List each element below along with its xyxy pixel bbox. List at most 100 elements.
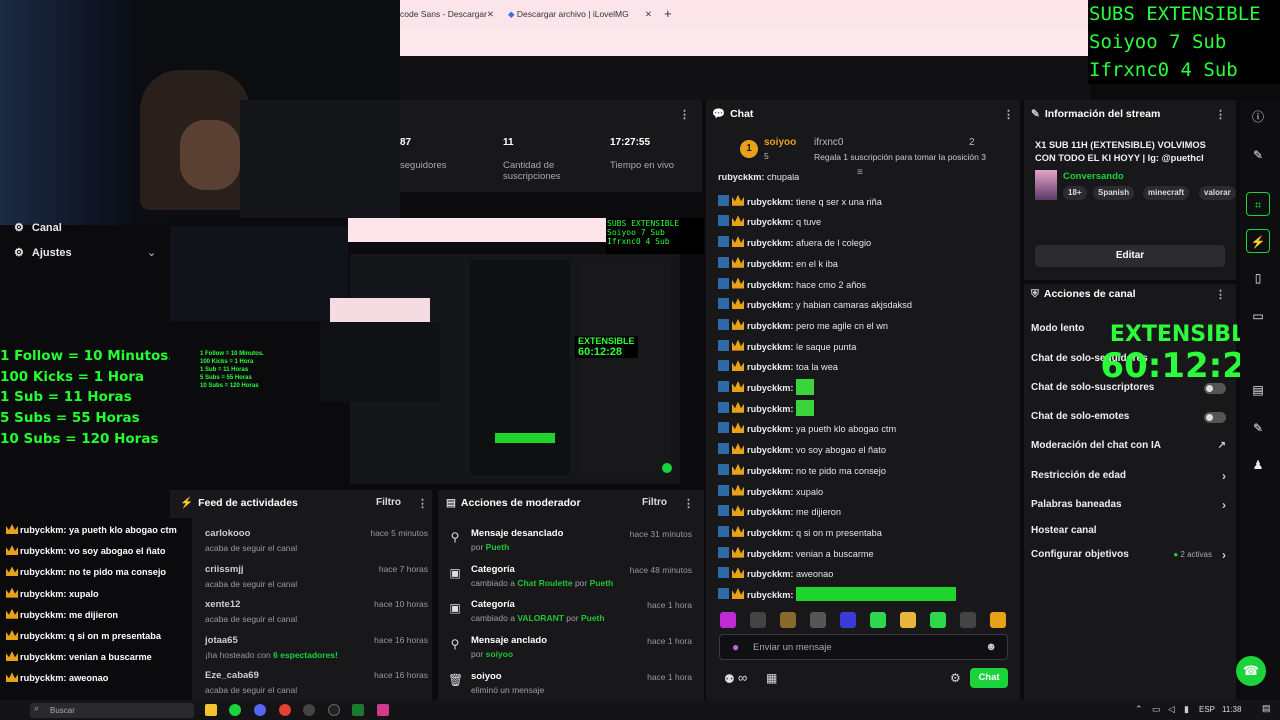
language-indicator[interactable]: ESP bbox=[1199, 705, 1215, 714]
chat-username[interactable]: rubyckkm: bbox=[747, 528, 793, 538]
username[interactable]: jotaa65 bbox=[205, 635, 238, 646]
chat-message[interactable]: rubyckkm: vo soy abogao el ñato bbox=[718, 441, 886, 459]
network-icon[interactable]: ▭ bbox=[1152, 704, 1161, 715]
chat-icon[interactable]: ▭ bbox=[1246, 304, 1270, 328]
emote-icon[interactable] bbox=[840, 612, 856, 628]
chat-message[interactable]: rubyckkm: toa la wea bbox=[718, 358, 838, 376]
channel-action-row[interactable]: Chat de solo-emotes bbox=[1031, 411, 1226, 425]
chat-username[interactable]: rubyckkm: bbox=[747, 507, 793, 517]
stream-category[interactable]: Conversando bbox=[1063, 171, 1124, 182]
chevron-right-icon[interactable]: › bbox=[1222, 498, 1226, 512]
support-icon[interactable]: ☎ bbox=[1236, 656, 1266, 686]
chat-username[interactable]: rubyckkm: bbox=[747, 590, 793, 600]
chat-username[interactable]: rubyckkm: bbox=[747, 487, 793, 497]
chevron-up-icon[interactable]: ⌃ bbox=[1135, 704, 1143, 715]
new-tab-button[interactable]: + bbox=[664, 0, 672, 28]
list-item[interactable]: ♥Eze_caba69acaba de seguir el canalhace … bbox=[182, 668, 428, 698]
gifter-name[interactable]: ifrxnc0 bbox=[814, 137, 843, 148]
detail-highlight[interactable]: soiyoo bbox=[486, 649, 513, 659]
chat-message[interactable]: rubyckkm: afuera de l colegio bbox=[718, 234, 871, 252]
gear-icon[interactable]: ⚙ bbox=[950, 671, 961, 685]
collapse-icon[interactable]: ≡ bbox=[857, 167, 863, 178]
more-icon[interactable]: ⋮ bbox=[683, 497, 694, 510]
info-icon[interactable]: ⓘ bbox=[1246, 105, 1270, 129]
stream-tag[interactable]: minecraft bbox=[1143, 186, 1190, 200]
clock[interactable]: 11:38 bbox=[1222, 705, 1241, 714]
chat-input[interactable]: ● Enviar un mensaje ☻ bbox=[719, 634, 1008, 660]
channel-action-row[interactable]: Restricción de edad › bbox=[1031, 469, 1226, 484]
send-chat-button[interactable]: Chat bbox=[970, 668, 1008, 688]
list-item[interactable]: ⚲ Mensaje anclado por soiyoo hace 1 hora bbox=[448, 634, 698, 664]
obs-icon[interactable] bbox=[328, 704, 340, 716]
toggle-switch[interactable] bbox=[1204, 412, 1226, 423]
chevron-right-icon[interactable]: › bbox=[1222, 469, 1226, 483]
external-link-icon[interactable]: ↗ bbox=[1218, 440, 1226, 451]
emoji-icon[interactable]: ☻ bbox=[985, 641, 997, 653]
discord-icon[interactable] bbox=[254, 704, 266, 716]
address-bar[interactable] bbox=[400, 28, 1090, 56]
detail-highlight[interactable]: Chat Roulette bbox=[517, 578, 572, 588]
chat-username[interactable]: rubyckkm: bbox=[747, 321, 793, 331]
channel-action-row[interactable]: Configurar objetivos › ● 2 activas bbox=[1031, 548, 1226, 563]
chat-message[interactable]: rubyckkm: le saque punta bbox=[718, 338, 856, 356]
menu-canal[interactable]: ⚙ Canal bbox=[14, 221, 62, 234]
taskbar-search[interactable]: Buscar bbox=[30, 703, 194, 718]
chat-message[interactable]: rubyckkm: tiene q ser x una riña bbox=[718, 193, 882, 211]
emote-icon[interactable] bbox=[750, 612, 766, 628]
chat-username[interactable]: rubyckkm: bbox=[747, 259, 793, 269]
more-icon[interactable]: ⋮ bbox=[1003, 108, 1014, 121]
app-icon[interactable] bbox=[377, 704, 389, 716]
filter-button[interactable]: Filtro bbox=[642, 497, 667, 508]
list-item[interactable]: 🗑 soiyoo eliminó un mensaje hace 1 hora bbox=[448, 670, 698, 700]
chat-username[interactable]: rubyckkm: bbox=[747, 280, 793, 290]
detail-highlight[interactable]: Pueth bbox=[486, 542, 510, 552]
kick-icon[interactable] bbox=[352, 704, 364, 716]
window-icon[interactable]: ▤ bbox=[1246, 378, 1270, 402]
emote-icon[interactable] bbox=[870, 612, 886, 628]
menu-ajustes[interactable]: ⚙ Ajustes bbox=[14, 246, 72, 259]
battery-icon[interactable]: ▮ bbox=[1184, 704, 1189, 715]
notification-icon[interactable]: ▤ bbox=[1262, 703, 1271, 714]
chat-username[interactable]: rubyckkm: bbox=[747, 569, 793, 579]
stream-tag[interactable]: 18+ bbox=[1063, 186, 1087, 200]
chat-message[interactable]: rubyckkm: me dijieron bbox=[718, 503, 841, 521]
document-icon[interactable]: ▯ bbox=[1246, 266, 1270, 290]
list-item[interactable]: ♥criissmjjacaba de seguir el canalhace 7… bbox=[182, 562, 428, 592]
chat-username[interactable]: rubyckkm: bbox=[747, 362, 793, 372]
chat-message[interactable]: rubyckkm: xupalo bbox=[718, 483, 823, 501]
chat-username[interactable]: rubyckkm: bbox=[747, 466, 793, 476]
detail-highlight[interactable]: VALORANT bbox=[517, 613, 564, 623]
chat-username[interactable]: rubyckkm: bbox=[747, 383, 793, 393]
bolt-icon[interactable]: ⚡ bbox=[1246, 229, 1270, 253]
channel-action-row[interactable]: Hostear canal bbox=[1031, 525, 1226, 539]
emote-icon[interactable] bbox=[930, 612, 946, 628]
chat-message[interactable]: rubyckkm: q si on m presentaba bbox=[718, 524, 882, 542]
chat-message[interactable]: rubyckkm: bbox=[718, 379, 815, 397]
list-item[interactable]: ▣ Categoría cambiado a VALORANT por Pueth h… bbox=[448, 598, 698, 628]
wrench-icon[interactable]: ✎ bbox=[1246, 416, 1270, 440]
chat-username[interactable]: rubyckkm: bbox=[747, 217, 793, 227]
close-icon[interactable]: ✕ bbox=[487, 0, 494, 28]
chat-message[interactable]: rubyckkm: hace cmo 2 años bbox=[718, 276, 866, 294]
detail-highlight[interactable]: Pueth bbox=[581, 613, 605, 623]
list-item[interactable]: ♥carlokoooacaba de seguir el canalhace 5… bbox=[182, 526, 428, 556]
mic-icon[interactable]: ● bbox=[732, 640, 739, 654]
edit-button[interactable]: Editar bbox=[1035, 245, 1225, 267]
store-icon[interactable]: ▦ bbox=[766, 671, 777, 685]
username[interactable]: Eze_caba69 bbox=[205, 670, 259, 681]
chat-username[interactable]: rubyckkm: bbox=[747, 238, 793, 248]
users-icon[interactable]: ⚉ bbox=[724, 672, 735, 686]
emote-icon[interactable] bbox=[810, 612, 826, 628]
channel-action-row[interactable]: Moderación del chat con IA ↗ bbox=[1031, 440, 1226, 454]
username[interactable]: xente12 bbox=[205, 599, 240, 610]
chevron-down-icon[interactable]: ⌄ bbox=[147, 246, 156, 259]
emote-icon[interactable] bbox=[990, 612, 1006, 628]
infinity-icon[interactable]: ∞ bbox=[738, 670, 747, 685]
gifter-name[interactable]: soiyoo bbox=[764, 137, 796, 148]
folder-icon[interactable] bbox=[205, 704, 217, 716]
chat-message[interactable]: rubyckkm: ya pueth klo abogao ctm bbox=[718, 420, 896, 438]
close-icon[interactable]: ✕ bbox=[645, 0, 652, 28]
list-item[interactable]: ▣ Categoría cambiado a Chat Roulette por P… bbox=[448, 563, 698, 593]
chat-message[interactable]: rubyckkm: aweonao bbox=[718, 565, 833, 583]
app-icon[interactable] bbox=[303, 704, 315, 716]
